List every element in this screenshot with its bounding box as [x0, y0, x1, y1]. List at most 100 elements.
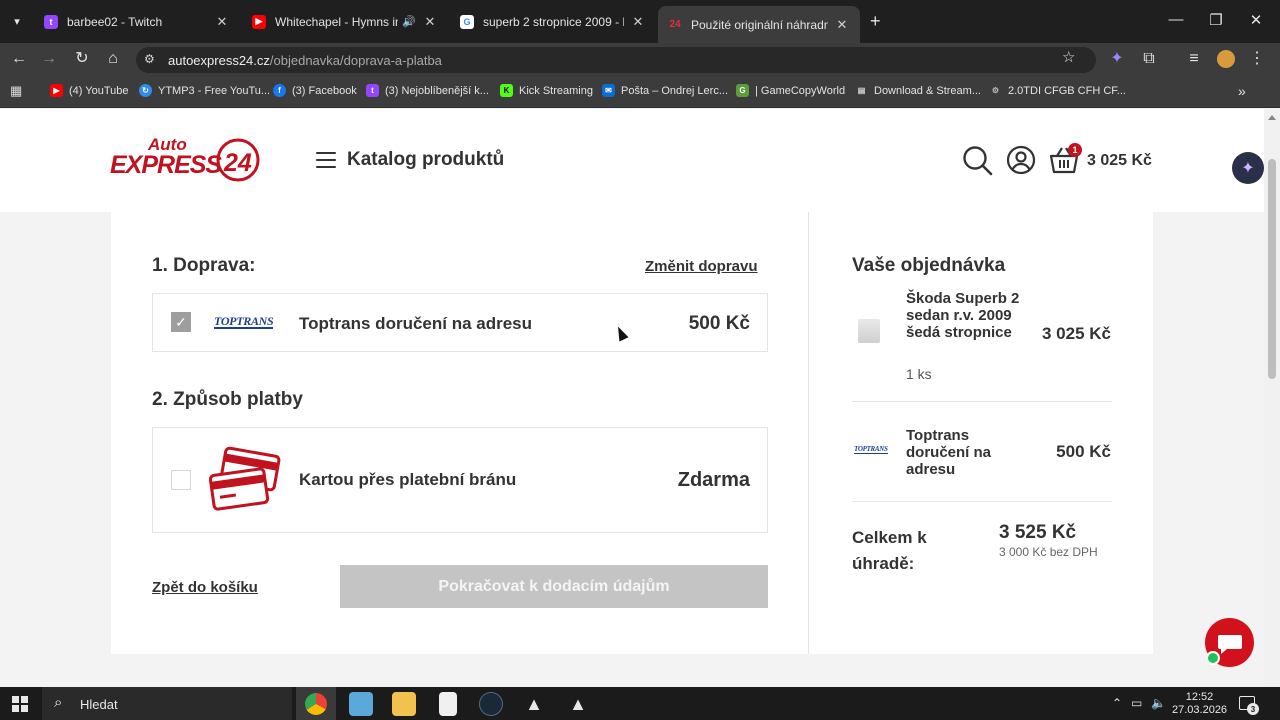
tab-title: Whitechapel - Hymns in Dis [275, 14, 398, 29]
arrow-app-notify-icon[interactable]: ▲ [566, 692, 590, 716]
total-without-vat: 3 000 Kč bez DPH [999, 545, 1098, 559]
photos-icon[interactable] [349, 692, 373, 716]
gear-icon: ⚙ [991, 86, 1000, 95]
windows-start-icon[interactable] [12, 696, 28, 712]
summary-shipping-name: Toptrans doručení na adresu [906, 427, 992, 478]
scroll-up-arrow[interactable] [1268, 115, 1276, 120]
maximize-icon[interactable]: ❐ [1206, 11, 1226, 29]
media-control-icon[interactable]: ≡ [1183, 49, 1205, 69]
scrollbar-thumb[interactable] [1268, 159, 1276, 379]
sparkle-assistant-icon[interactable]: ✦ [1232, 152, 1264, 184]
minimize-icon[interactable]: — [1166, 11, 1186, 28]
close-icon[interactable]: ✕ [630, 14, 646, 30]
bookmark-label: Pošta – Ondrej Lerc... [621, 84, 728, 97]
bookmark-gamecopyworld[interactable]: G | GameCopyWorld [736, 84, 845, 97]
address-bar[interactable]: ⚙ autoexpress24.cz/objednavka/doprava-a-… [136, 47, 1096, 73]
total-value: 3 525 Kč [999, 522, 1077, 543]
site-header: Auto EXPRESS 24 Katalog produktů 1 3 025… [0, 109, 1264, 212]
online-status-dot [1206, 651, 1220, 665]
home-icon[interactable]: ⌂ [102, 49, 124, 69]
bookmarks-bar: ▦ ▶ (4) YouTube ↻ YTMP3 - Free YouTu... … [0, 76, 1280, 108]
tab-autoexpress[interactable]: 24 Použité originální náhradní díly ✕ [658, 6, 860, 43]
bookmark-posta[interactable]: ✉ Pošta – Ondrej Lerc... [602, 84, 728, 97]
gamecopyworld-icon: G [736, 84, 749, 97]
taskbar-search[interactable]: ⌕ Hledat [42, 687, 292, 720]
tab-google-search[interactable]: G superb 2 stropnice 2009 - Hleda ✕ [450, 6, 656, 37]
profile-avatar[interactable] [1217, 50, 1235, 68]
chevron-right-icon[interactable]: » [1238, 83, 1246, 99]
bookmark-twitch[interactable]: t (3) Nejoblíbenější k... [366, 84, 489, 97]
toptrans-logo: TOPTRANS [214, 314, 274, 329]
ytmp3-icon: ↻ [139, 84, 152, 97]
page-scrollbar[interactable] [1264, 109, 1280, 687]
shipping-option-price: 500 Kč [688, 313, 750, 334]
reload-icon[interactable]: ↻ [71, 49, 93, 69]
speaker-icon[interactable]: 🔊 [402, 15, 416, 28]
catalog-menu-button[interactable]: Katalog produktů [316, 149, 504, 171]
checkmark-icon: ✓ [175, 313, 187, 330]
close-icon[interactable]: ✕ [422, 14, 438, 30]
autoexpress-icon: 24 [669, 19, 681, 30]
summary-product-price: 3 025 Kč [1042, 324, 1111, 343]
steam-icon[interactable] [479, 692, 503, 716]
shipping-option-toptrans[interactable]: ✓ TOPTRANS Toptrans doručení na adresu 5… [152, 293, 768, 352]
search-icon: ⌕ [54, 694, 63, 711]
logo-number-text: 24 [223, 149, 252, 177]
youtube-icon: ▶ [50, 84, 63, 97]
user-account-icon[interactable] [1006, 145, 1036, 175]
payment-checkbox[interactable] [171, 470, 191, 490]
bookmark-facebook[interactable]: f (3) Facebook [273, 84, 357, 97]
payment-option-label: Kartou přes platební bránu [299, 470, 517, 489]
system-clock[interactable]: 12:52 27.03.2026 [1172, 691, 1227, 717]
notepad-icon[interactable] [439, 692, 457, 716]
volume-icon[interactable]: 🔈 [1151, 696, 1166, 710]
close-window-icon[interactable]: ✕ [1246, 11, 1266, 29]
checkout-panel: 1. Doprava: Změnit dopravu ✓ TOPTRANS To… [111, 212, 1153, 654]
tab-twitch[interactable]: t barbee02 - Twitch ✕ [34, 6, 240, 37]
chrome-icon[interactable] [305, 693, 327, 715]
shipping-section-title: 1. Doprava: [152, 255, 256, 276]
tab-title: superb 2 stropnice 2009 - Hleda [483, 14, 624, 29]
new-tab-button[interactable]: + [870, 11, 881, 31]
summary-divider [852, 501, 1112, 502]
bookmark-star-icon[interactable]: ☆ [1062, 48, 1075, 66]
site-info-icon[interactable]: ⚙ [144, 52, 155, 66]
arrow-app-icon[interactable]: ▲ [522, 692, 546, 716]
back-arrow-icon[interactable]: ← [8, 49, 30, 69]
twitch-icon: t [44, 14, 58, 29]
bookmark-download-stream[interactable]: ▤ Download & Stream... [855, 84, 981, 97]
back-to-cart-link[interactable]: Zpět do košíku [152, 579, 258, 596]
close-icon[interactable]: ✕ [834, 17, 850, 33]
credit-card-icon [209, 446, 281, 511]
tab-search-button[interactable]: ▾ [6, 10, 28, 32]
payment-option-card[interactable]: Kartou přes platební bránu Zdarma [152, 427, 768, 533]
tab-youtube[interactable]: ▶ Whitechapel - Hymns in Dis 🔊 ✕ [242, 6, 448, 37]
forward-arrow-icon[interactable]: → [38, 49, 60, 69]
bookmark-tdi[interactable]: ⚙ 2.0TDI CFGB CFH CF... [989, 84, 1126, 97]
close-icon[interactable]: ✕ [214, 14, 230, 30]
bookmark-kick[interactable]: K Kick Streaming [500, 84, 593, 97]
bookmark-label: (3) Facebook [292, 84, 357, 97]
continue-to-delivery-button[interactable]: Pokračovat k dodacím údajům [340, 565, 768, 608]
search-icon[interactable] [962, 145, 994, 177]
browser-toolbar: ← → ↻ ⌂ ⚙ autoexpress24.cz/objednavka/do… [0, 43, 1280, 76]
change-shipping-link[interactable]: Změnit dopravu [645, 258, 758, 275]
file-explorer-icon[interactable] [392, 692, 416, 716]
tray-chevron-up-icon[interactable]: ⌃ [1112, 696, 1122, 710]
ai-extension-icon[interactable]: ✦ [1106, 49, 1128, 69]
extensions-puzzle-icon[interactable]: ⧉ [1138, 49, 1160, 69]
bookmark-ytmp3[interactable]: ↻ YTMP3 - Free YouTu... [139, 84, 270, 97]
autoexpress24-logo[interactable]: Auto EXPRESS 24 [108, 135, 263, 185]
cart-total[interactable]: 3 025 Kč [1087, 152, 1152, 170]
bookmark-youtube[interactable]: ▶ (4) YouTube [50, 84, 129, 97]
product-thumbnail [858, 319, 880, 343]
shipping-checkbox[interactable]: ✓ [171, 312, 191, 332]
menu-kebab-icon[interactable]: ⋮ [1246, 49, 1268, 69]
summary-divider [852, 401, 1112, 402]
apps-grid-icon[interactable]: ▦ [10, 84, 24, 98]
url-host: autoexpress24.cz [168, 53, 270, 68]
network-icon[interactable]: ▭ [1131, 696, 1142, 710]
hamburger-icon [316, 152, 336, 168]
bookmark-label: Download & Stream... [874, 84, 981, 97]
order-summary-title: Vaše objednávka [852, 255, 1006, 276]
